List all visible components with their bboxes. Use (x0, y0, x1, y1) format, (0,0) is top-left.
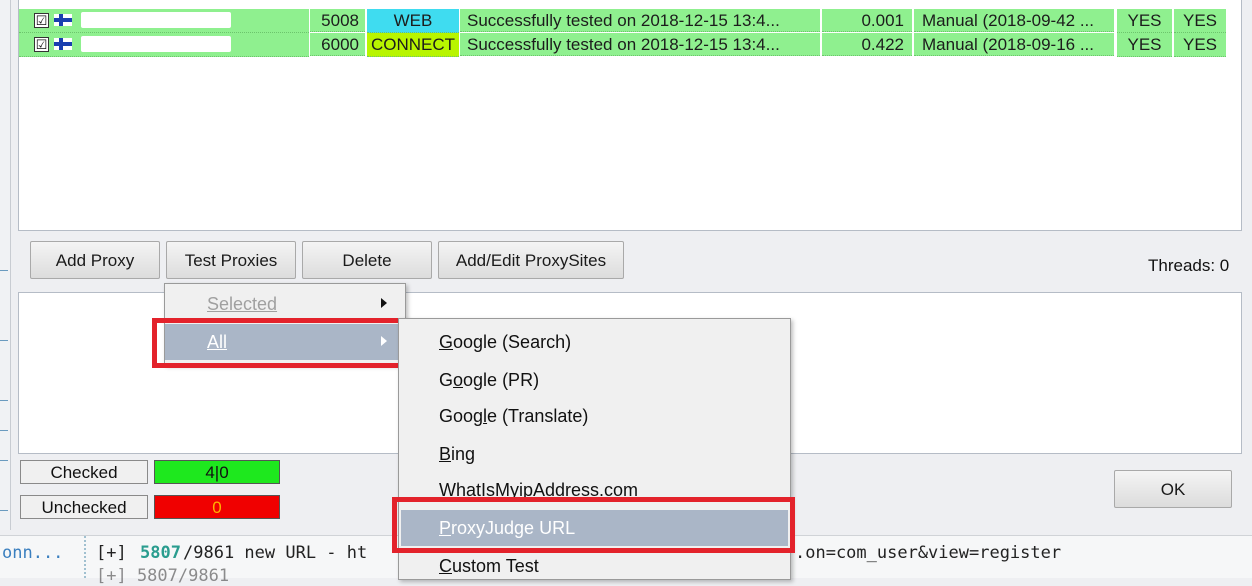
row-checkbox[interactable]: ☑ (34, 13, 49, 28)
threads-count: Threads: 0 (1148, 256, 1230, 275)
speed-cell: 0.422 (822, 33, 912, 56)
console-prefix: onn... (2, 543, 64, 563)
row-checkbox[interactable]: ☑ (34, 37, 49, 52)
highlight-box-all (152, 318, 410, 368)
yes-cell: YES (1117, 9, 1172, 33)
console-line: /9861 new URL - ht (183, 543, 368, 563)
console-line-tail: .on=com_user&view=register (795, 543, 1062, 563)
left-background-strip (0, 0, 11, 530)
speed-cell: 0.001 (822, 9, 912, 32)
proxy-row[interactable]: ☑ 6000 CONNECT Successfully tested on 20… (19, 33, 1241, 57)
type-badge: WEB (367, 9, 459, 33)
yes-cell: YES (1117, 33, 1172, 57)
proxy-row[interactable]: ☑ 5008 WEB Successfully tested on 2018-1… (19, 9, 1241, 33)
checked-count: 4|0 (154, 460, 280, 484)
highlight-box-proxyjudge (392, 497, 795, 553)
test-proxies-button[interactable]: Test Proxies (166, 241, 296, 279)
console-line-2: [+] 5807/9861 (96, 566, 230, 586)
menu-item-google-translate[interactable]: Google (Translate) (399, 398, 790, 434)
finland-flag-icon (54, 14, 72, 26)
status-cell: Successfully tested on 2018-12-15 13:4..… (460, 9, 820, 32)
yes-cell: YES (1174, 33, 1226, 57)
source-cell: Manual (2018-09-42 ... (914, 9, 1114, 32)
menu-item-google-pr[interactable]: Google (PR) (399, 362, 790, 398)
port-cell: 5008 (310, 9, 365, 32)
console-count: 5807 (140, 543, 181, 563)
menu-item-google-search[interactable]: Google (Search) (399, 324, 790, 360)
yes-cell: YES (1174, 9, 1226, 33)
proxy-list[interactable]: ☑ 5008 WEB Successfully tested on 2018-1… (18, 0, 1242, 231)
unchecked-count: 0 (154, 495, 280, 519)
source-cell: Manual (2018-09-16 ... (914, 33, 1114, 56)
menu-item-bing[interactable]: Bing (399, 436, 790, 472)
console-tag: [+] (96, 543, 127, 563)
unchecked-label: Unchecked (20, 495, 148, 519)
ip-address (81, 36, 231, 52)
menu-item-selected[interactable]: Selected (165, 286, 405, 322)
checked-label: Checked (20, 460, 148, 484)
add-proxy-button[interactable]: Add Proxy (30, 241, 160, 279)
add-edit-proxysites-button[interactable]: Add/Edit ProxySites (438, 241, 624, 279)
status-cell: Successfully tested on 2018-12-15 13:4..… (460, 33, 820, 56)
ip-address (81, 12, 231, 28)
finland-flag-icon (54, 38, 72, 50)
type-badge: CONNECT (367, 33, 459, 57)
submenu-arrow-icon (381, 298, 387, 308)
menu-item-custom-test[interactable]: Custom Test (399, 548, 790, 584)
delete-button[interactable]: Delete (302, 241, 432, 279)
ok-button[interactable]: OK (1114, 470, 1232, 508)
port-cell: 6000 (310, 33, 365, 56)
